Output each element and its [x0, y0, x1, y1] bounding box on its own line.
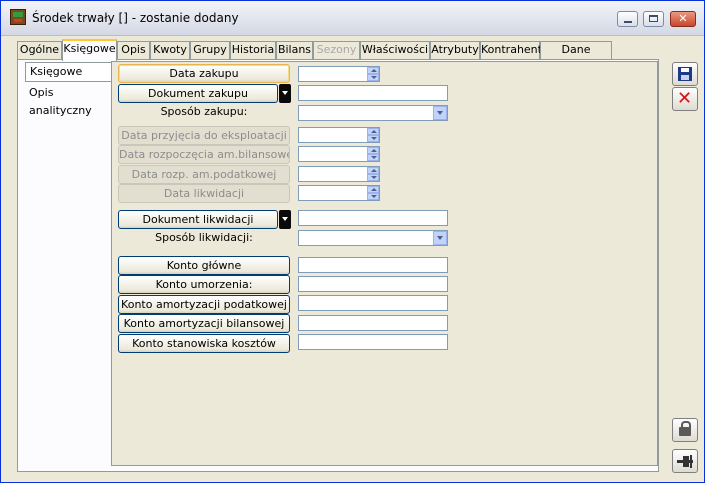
konto-am-podatkowej-button[interactable]: Konto amortyzacji podatkowej [118, 295, 290, 314]
cancel-button[interactable]: ✕ [672, 87, 698, 111]
close-icon: ✕ [677, 88, 693, 109]
data-zakupu-button[interactable]: Data zakupu [118, 64, 290, 83]
data-przyjecia-field[interactable] [298, 127, 380, 143]
data-likwidacji-field[interactable] [298, 185, 380, 201]
data-rozp-podatkowej-button: Data rozp. am.podatkowej [118, 165, 290, 184]
save-icon [678, 67, 692, 81]
dokument-likwidacji-button[interactable]: Dokument likwidacji [118, 210, 278, 229]
minimize-button[interactable] [617, 11, 638, 27]
side-tab-ksiegowe[interactable]: Księgowe [25, 62, 111, 82]
konto-stanowiska-kosztow-button[interactable]: Konto stanowiska kosztów [118, 334, 290, 353]
dokument-zakupu-button[interactable]: Dokument zakupu [118, 84, 278, 103]
sposob-zakupu-select[interactable] [298, 105, 448, 121]
close-button[interactable]: ✕ [670, 11, 696, 27]
sposob-likwidacji-label: Sposób likwidacji: [155, 231, 253, 244]
konto-am-podatkowej-field[interactable] [298, 295, 448, 311]
spin-down-icon[interactable] [367, 154, 379, 161]
data-rozp-podatkowej-field[interactable] [298, 166, 380, 182]
tab-atrybuty[interactable]: Atrybuty [430, 41, 480, 59]
tab-ksiegowe[interactable]: Księgowe [62, 39, 117, 61]
tab-historia[interactable]: Historia [230, 41, 276, 59]
tab-kwoty[interactable]: Kwoty [150, 41, 190, 59]
konto-umorzenia-field[interactable] [298, 276, 448, 292]
pin-icon [677, 455, 693, 468]
spin-up-icon[interactable] [367, 128, 379, 135]
konto-glowne-field[interactable] [298, 257, 448, 273]
spin-down-icon[interactable] [367, 135, 379, 142]
window: Środek trwały [] - zostanie dodany ✕ Ogó… [0, 0, 705, 483]
dokument-likwidacji-dropdown-icon[interactable] [279, 210, 291, 229]
data-rozp-bilansowej-button: Data rozpoczęcia am.bilansowej [118, 145, 290, 164]
spin-up-icon[interactable] [367, 67, 379, 74]
data-rozp-bilansowej-field[interactable] [298, 146, 380, 162]
tab-wlasciwosci[interactable]: Właściwości [360, 41, 430, 59]
app-icon [10, 9, 26, 25]
lock-icon [679, 421, 691, 436]
dokument-zakupu-dropdown-icon[interactable] [279, 84, 291, 103]
konto-umorzenia-button[interactable]: Konto umorzenia: [118, 275, 290, 294]
chevron-down-icon[interactable] [433, 106, 447, 120]
window-title: Środek trwały [] - zostanie dodany [32, 11, 239, 25]
spin-up-icon[interactable] [367, 167, 379, 174]
dokument-likwidacji-field[interactable] [298, 210, 448, 226]
konto-glowne-button[interactable]: Konto główne [118, 256, 290, 275]
side-tab-opis-analityczny[interactable]: Opis analityczny [25, 83, 111, 117]
lock-button[interactable] [672, 418, 698, 442]
tab-grupy[interactable]: Grupy [190, 41, 230, 59]
tab-dane-binarne[interactable]: Dane binarne [540, 41, 612, 72]
spin-down-icon[interactable] [367, 174, 379, 181]
title-bar: Środek trwały [] - zostanie dodany ✕ [1, 1, 704, 36]
minimize-icon [618, 12, 637, 26]
dokument-zakupu-field[interactable] [298, 85, 448, 101]
data-zakupu-field[interactable] [298, 66, 380, 82]
tab-bilans[interactable]: Bilans [276, 41, 313, 59]
konto-am-bilansowej-field[interactable] [298, 315, 448, 331]
spin-up-icon[interactable] [367, 147, 379, 154]
spin-up-icon[interactable] [367, 186, 379, 193]
konto-stanowiska-kosztow-field[interactable] [298, 334, 448, 350]
save-button[interactable] [672, 62, 698, 86]
tab-ogolne[interactable]: Ogólne [17, 41, 62, 59]
spin-down-icon[interactable] [367, 193, 379, 200]
sposob-likwidacji-select[interactable] [298, 230, 448, 246]
side-tabs: Księgowe Opis analityczny [25, 62, 111, 117]
spin-down-icon[interactable] [367, 74, 379, 81]
chevron-down-icon[interactable] [433, 231, 447, 245]
data-likwidacji-button: Data likwidacji [118, 184, 290, 203]
konto-am-bilansowej-button[interactable]: Konto amortyzacji bilansowej [118, 314, 290, 333]
maximize-button[interactable] [643, 11, 664, 27]
maximize-icon [644, 12, 663, 26]
pin-button[interactable] [672, 449, 698, 473]
tab-opis[interactable]: Opis [117, 41, 150, 59]
data-przyjecia-button: Data przyjęcia do eksploatacji [118, 126, 290, 145]
close-icon: ✕ [678, 12, 688, 25]
tab-sezony: Sezony [313, 41, 360, 59]
sposob-zakupu-label: Sposób zakupu: [160, 105, 248, 118]
tab-kontrahent[interactable]: Kontrahent [480, 41, 542, 59]
